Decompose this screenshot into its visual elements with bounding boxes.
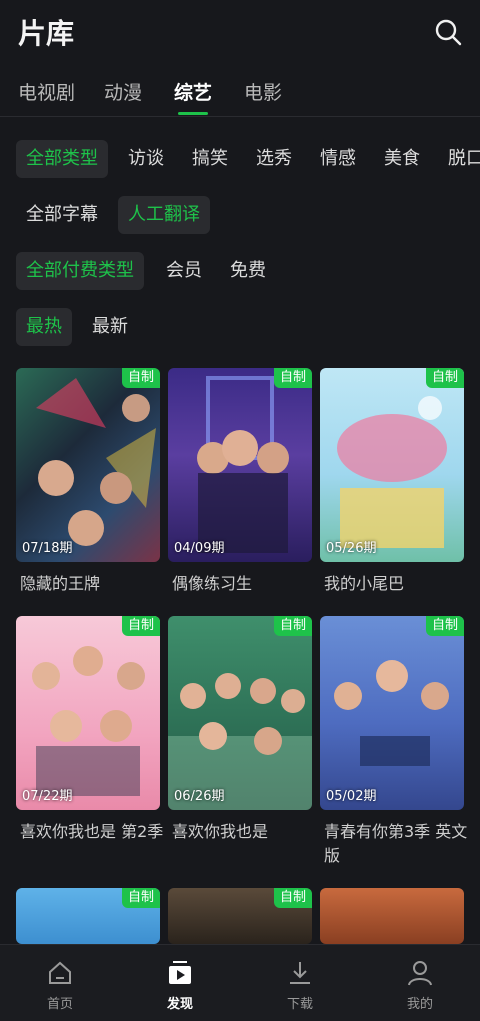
download-icon	[290, 962, 310, 984]
filter-type-comedy[interactable]: 搞笑	[182, 140, 238, 178]
filter-type-talkshow[interactable]: 脱口	[438, 140, 480, 178]
filter-row-sort: 最热 最新	[0, 308, 480, 350]
show-poster[interactable]	[320, 888, 464, 944]
tab-anime[interactable]: 动漫	[104, 78, 142, 105]
self-made-badge: 自制	[425, 616, 464, 636]
tab-movie[interactable]: 电影	[244, 78, 282, 105]
active-tab-indicator	[178, 112, 208, 115]
show-poster[interactable]: 自制 07/18期	[16, 368, 160, 562]
episode-label: 04/09期	[174, 541, 225, 556]
poster-art	[168, 673, 312, 810]
home-icon	[49, 961, 71, 984]
filter-type-food[interactable]: 美食	[374, 140, 430, 178]
bottom-nav: 首页 发现 下载 我的	[0, 944, 480, 1021]
discover-icon	[169, 961, 191, 984]
nav-home-label: 首页	[46, 997, 73, 1012]
filter-type-interview[interactable]: 访谈	[118, 140, 174, 178]
show-poster[interactable]: 自制	[16, 888, 160, 944]
self-made-badge: 自制	[121, 368, 160, 388]
tab-tv[interactable]: 电视剧	[18, 78, 75, 105]
tab-variety[interactable]: 综艺	[174, 78, 212, 105]
header: 片库	[0, 0, 480, 64]
episode-label: 06/26期	[174, 789, 225, 804]
self-made-badge: 自制	[121, 616, 160, 636]
category-tabs: 电视剧 动漫 综艺 电影	[0, 66, 480, 117]
episode-label: 05/02期	[326, 789, 377, 804]
filter-row-pay: 全部付费类型 会员 免费	[0, 252, 480, 294]
episode-label: 07/22期	[22, 789, 73, 804]
page-title: 片库	[18, 17, 75, 50]
show-poster[interactable]: 自制 05/02期	[320, 616, 464, 810]
filter-type-all[interactable]: 全部类型	[16, 140, 108, 178]
filter-type-talent[interactable]: 选秀	[246, 140, 302, 178]
nav-profile[interactable]: 我的	[380, 945, 460, 1021]
self-made-badge: 自制	[425, 368, 464, 388]
poster-art	[32, 646, 145, 796]
profile-icon	[408, 961, 432, 986]
self-made-badge: 自制	[273, 616, 312, 636]
show-title[interactable]: 我的小尾巴	[324, 572, 468, 596]
episode-label: 05/26期	[326, 541, 377, 556]
show-title[interactable]: 青春有你第3季 英文版	[324, 820, 468, 868]
show-poster[interactable]: 自制 05/26期	[320, 368, 464, 562]
filter-pay-member[interactable]: 会员	[156, 252, 212, 290]
nav-discover[interactable]: 发现	[140, 945, 220, 1021]
filter-pay-all[interactable]: 全部付费类型	[16, 252, 144, 290]
show-title[interactable]: 喜欢你我也是 第2季	[20, 820, 164, 844]
poster-art	[197, 376, 289, 553]
nav-discover-label: 发现	[166, 997, 193, 1012]
show-poster[interactable]: 自制	[168, 888, 312, 944]
show-title[interactable]: 偶像练习生	[172, 572, 316, 596]
filter-subtitle-human[interactable]: 人工翻译	[118, 196, 210, 234]
search-icon[interactable]	[434, 18, 462, 46]
show-poster[interactable]: 自制 04/09期	[168, 368, 312, 562]
nav-download[interactable]: 下载	[260, 945, 340, 1021]
self-made-badge: 自制	[273, 888, 312, 908]
sort-newest[interactable]: 最新	[82, 308, 138, 346]
self-made-badge: 自制	[121, 888, 160, 908]
nav-download-label: 下载	[286, 997, 313, 1012]
show-title[interactable]: 喜欢你我也是	[172, 820, 316, 844]
filter-pay-free[interactable]: 免费	[220, 252, 276, 290]
show-title[interactable]: 隐藏的王牌	[20, 572, 164, 596]
show-poster[interactable]: 自制 07/22期	[16, 616, 160, 810]
self-made-badge: 自制	[273, 368, 312, 388]
nav-home[interactable]: 首页	[20, 945, 100, 1021]
poster-art	[337, 396, 447, 548]
sort-hot[interactable]: 最热	[16, 308, 72, 346]
poster-art	[334, 660, 449, 766]
filter-type-emotion[interactable]: 情感	[310, 140, 366, 178]
poster-art	[36, 378, 156, 546]
filter-row-type: 全部类型 访谈 搞笑 选秀 情感 美食 脱口	[0, 140, 480, 182]
episode-label: 07/18期	[22, 541, 73, 556]
filter-subtitle-all[interactable]: 全部字幕	[16, 196, 108, 234]
filter-row-subtitle: 全部字幕 人工翻译	[0, 196, 480, 238]
nav-profile-label: 我的	[406, 997, 433, 1012]
show-poster[interactable]: 自制 06/26期	[168, 616, 312, 810]
